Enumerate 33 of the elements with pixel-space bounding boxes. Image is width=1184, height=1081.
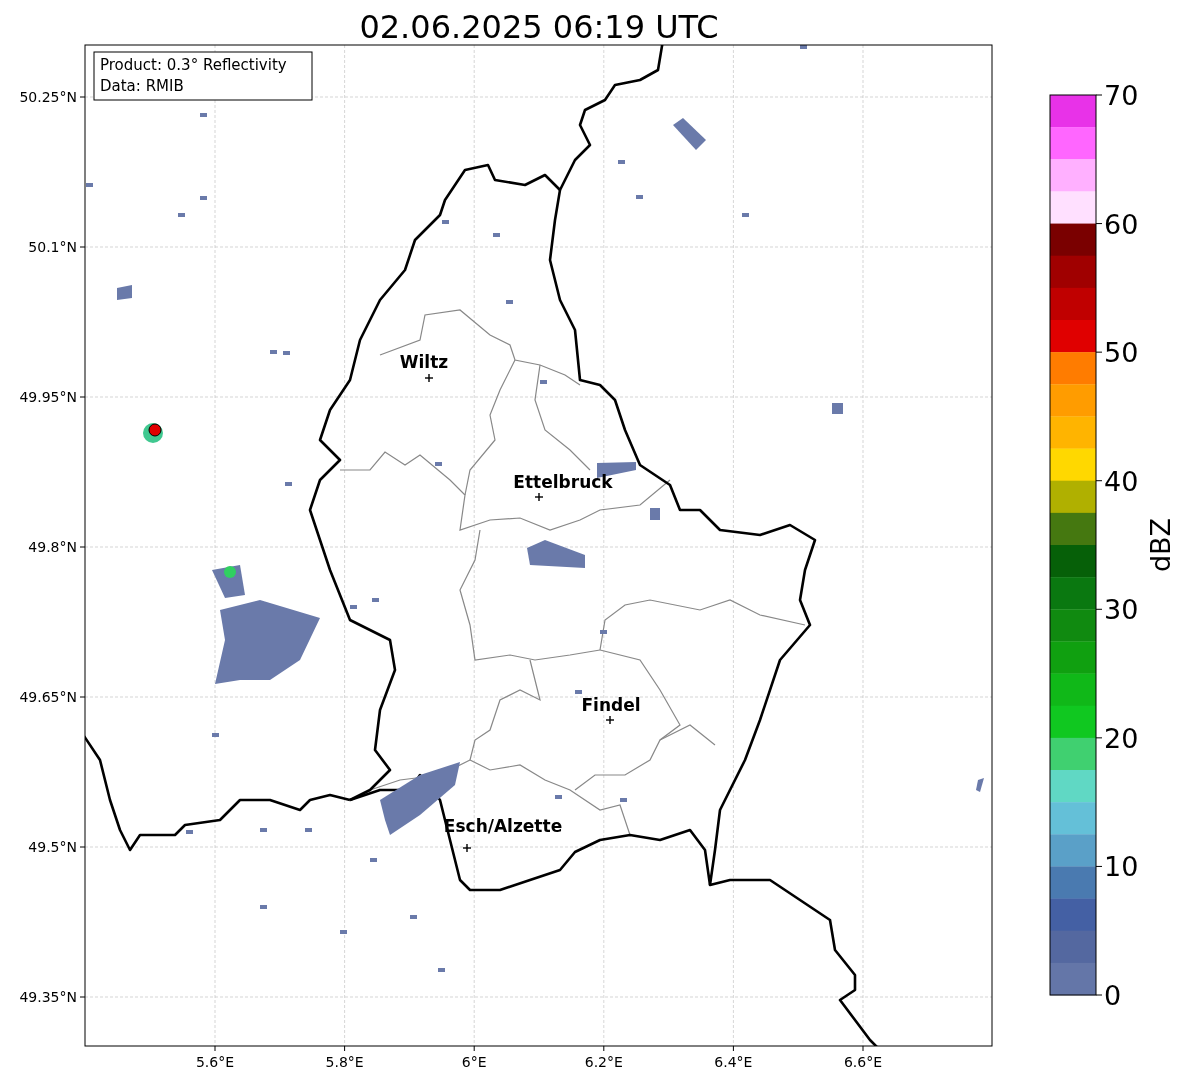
colorbar-tick-label: 10 bbox=[1104, 851, 1139, 883]
axis-tick-label: 50.25°N bbox=[19, 89, 77, 105]
colorbar-tick-label: 40 bbox=[1104, 465, 1139, 497]
city-marker-icon bbox=[534, 492, 544, 502]
city-marker-icon bbox=[605, 715, 615, 725]
city-label: Wiltz bbox=[399, 352, 449, 372]
colorbar-tick-label: 50 bbox=[1104, 337, 1139, 369]
axis-tick-label: 50.1°N bbox=[28, 239, 77, 255]
colorbar-tick-label: 20 bbox=[1104, 722, 1139, 754]
city-label: Ettelbruck bbox=[513, 472, 613, 492]
colorbar-tick-label: 70 bbox=[1104, 80, 1139, 111]
axis-tick-label: 6°E bbox=[461, 1054, 487, 1070]
radar-site-icon bbox=[148, 423, 162, 437]
axis-tick-label: 49.95°N bbox=[19, 389, 77, 405]
axis-tick-label: 5.8°E bbox=[325, 1054, 364, 1070]
colorbar-tick-label: 30 bbox=[1104, 594, 1139, 626]
city-marker-icon bbox=[462, 843, 472, 853]
axis-tick-label: 49.8°N bbox=[28, 539, 77, 555]
info-text: Data: RMIB bbox=[100, 77, 184, 95]
axis-tick-label: 49.35°N bbox=[19, 989, 77, 1005]
chart-title: 02.06.2025 06:19 UTC bbox=[359, 8, 719, 46]
colorbar-tick-label: 60 bbox=[1104, 208, 1139, 240]
city-marker-icon bbox=[424, 373, 434, 383]
colorbar-tick-label: 0 bbox=[1104, 980, 1122, 1011]
colorbar-label: dBZ bbox=[1145, 517, 1176, 573]
city-label: Findel bbox=[581, 695, 641, 715]
axis-tick-label: 6.6°E bbox=[843, 1054, 883, 1070]
axis-tick-label: 49.5°N bbox=[28, 839, 77, 855]
axis-tick-label: 6.4°E bbox=[714, 1054, 753, 1070]
axis-tick-label: 6.2°E bbox=[584, 1054, 623, 1070]
axis-tick-label: 5.6°E bbox=[195, 1054, 235, 1070]
info-text: Product: 0.3° Reflectivity bbox=[100, 56, 287, 74]
axis-tick-label: 49.65°N bbox=[19, 689, 77, 705]
